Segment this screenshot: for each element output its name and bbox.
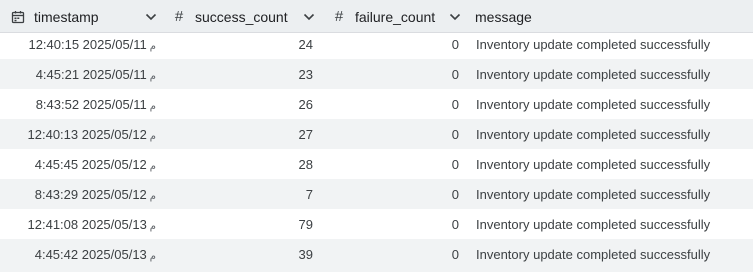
data-table: timestamp # success_count # failure_coun… [0, 0, 753, 272]
table-row[interactable]: 4:45:42 2025/05/13 م 39 0 Inventory update c… [0, 239, 753, 269]
chevron-down-icon[interactable] [443, 13, 467, 21]
cell-success-count: 39 [298, 246, 313, 262]
table-bottom-edge [0, 268, 753, 272]
timestamp-value: 8:43:52 2025/05/11 [35, 96, 147, 112]
cell-message: Inventory update completed successfully [476, 96, 711, 112]
time-period-suffix: م [149, 130, 156, 142]
cell-success-count: 28 [298, 156, 313, 172]
table-body: 12:40:15 2025/05/11 م 24 0 Inventory update … [0, 29, 753, 269]
cell-message: Inventory update completed successfully [476, 66, 711, 82]
time-period-suffix: م [149, 160, 156, 172]
table-header: timestamp # success_count # failure_coun… [0, 0, 753, 33]
cell-message: Inventory update completed successfully [476, 246, 711, 262]
cell-success-count: 7 [305, 186, 313, 202]
column-header-message[interactable]: message [467, 0, 753, 33]
timestamp-value: 4:45:45 2025/05/12 [34, 156, 147, 172]
column-header-success-count[interactable]: # success_count [163, 0, 321, 33]
cell-timestamp: 8:43:29 2025/05/12 م [0, 187, 163, 202]
table-row[interactable]: 8:43:52 2025/05/11 م 26 0 Inventory update c… [0, 89, 753, 119]
cell-success-count: 27 [298, 126, 313, 142]
chevron-down-icon[interactable] [297, 13, 321, 21]
table-row[interactable]: 8:43:29 2025/05/12 م 7 0 Inventory update co… [0, 179, 753, 209]
cell-failure-count: 0 [451, 186, 459, 202]
table-row[interactable]: 12:40:13 2025/05/12 م 27 0 Inventory update … [0, 119, 753, 149]
cell-timestamp: 12:40:15 2025/05/11 م [0, 37, 163, 52]
cell-failure-count: 0 [451, 156, 459, 172]
cell-failure-count: 0 [451, 126, 459, 142]
cell-failure-count: 0 [451, 96, 459, 112]
cell-timestamp: 8:43:52 2025/05/11 م [0, 97, 163, 112]
hash-icon: # [174, 8, 184, 25]
cell-success-count: 24 [298, 36, 313, 52]
timestamp-value: 12:40:15 2025/05/11 [28, 36, 147, 52]
time-period-suffix: م [149, 250, 156, 262]
cell-timestamp: 12:40:13 2025/05/12 م [0, 127, 163, 142]
timestamp-value: 4:45:21 2025/05/11 [35, 66, 147, 82]
table-row[interactable]: 12:40:15 2025/05/11 م 24 0 Inventory update … [0, 29, 753, 59]
cell-message: Inventory update completed successfully [476, 216, 711, 232]
cell-failure-count: 0 [451, 36, 459, 52]
column-label-failure-count: failure_count [355, 8, 436, 25]
cell-success-count: 79 [298, 216, 313, 232]
cell-failure-count: 0 [451, 246, 459, 262]
cell-timestamp: 4:45:21 2025/05/11 م [0, 67, 163, 82]
table-row[interactable]: 4:45:21 2025/05/11 م 23 0 Inventory update c… [0, 59, 753, 89]
timestamp-value: 12:41:08 2025/05/13 [27, 216, 147, 232]
time-period-suffix: م [149, 40, 156, 52]
cell-message: Inventory update completed successfully [476, 36, 711, 52]
chevron-down-icon[interactable] [139, 13, 163, 21]
column-label-timestamp: timestamp [34, 8, 99, 25]
timestamp-value: 4:45:42 2025/05/13 [34, 246, 147, 262]
time-period-suffix: م [149, 100, 156, 112]
time-period-suffix: م [149, 190, 156, 202]
column-header-timestamp[interactable]: timestamp [0, 0, 163, 33]
table-row[interactable]: 12:41:08 2025/05/13 م 79 0 Inventory update … [0, 209, 753, 239]
cell-failure-count: 0 [451, 216, 459, 232]
cell-success-count: 23 [298, 66, 313, 82]
table-row[interactable]: 4:45:45 2025/05/12 م 28 0 Inventory update c… [0, 149, 753, 179]
column-header-failure-count[interactable]: # failure_count [321, 0, 467, 33]
column-label-success-count: success_count [195, 8, 288, 25]
cell-success-count: 26 [298, 96, 313, 112]
column-label-message: message [475, 8, 532, 25]
cell-timestamp: 12:41:08 2025/05/13 م [0, 217, 163, 232]
cell-timestamp: 4:45:42 2025/05/13 م [0, 247, 163, 262]
time-period-suffix: م [149, 70, 156, 82]
timestamp-value: 12:40:13 2025/05/12 [27, 126, 147, 142]
timestamp-value: 8:43:29 2025/05/12 [34, 186, 147, 202]
cell-failure-count: 0 [451, 66, 459, 82]
calendar-icon [8, 10, 28, 24]
cell-message: Inventory update completed successfully [476, 156, 711, 172]
hash-icon: # [334, 8, 344, 25]
cell-message: Inventory update completed successfully [476, 126, 711, 142]
cell-timestamp: 4:45:45 2025/05/12 م [0, 157, 163, 172]
cell-message: Inventory update completed successfully [476, 186, 711, 202]
time-period-suffix: م [149, 220, 156, 232]
